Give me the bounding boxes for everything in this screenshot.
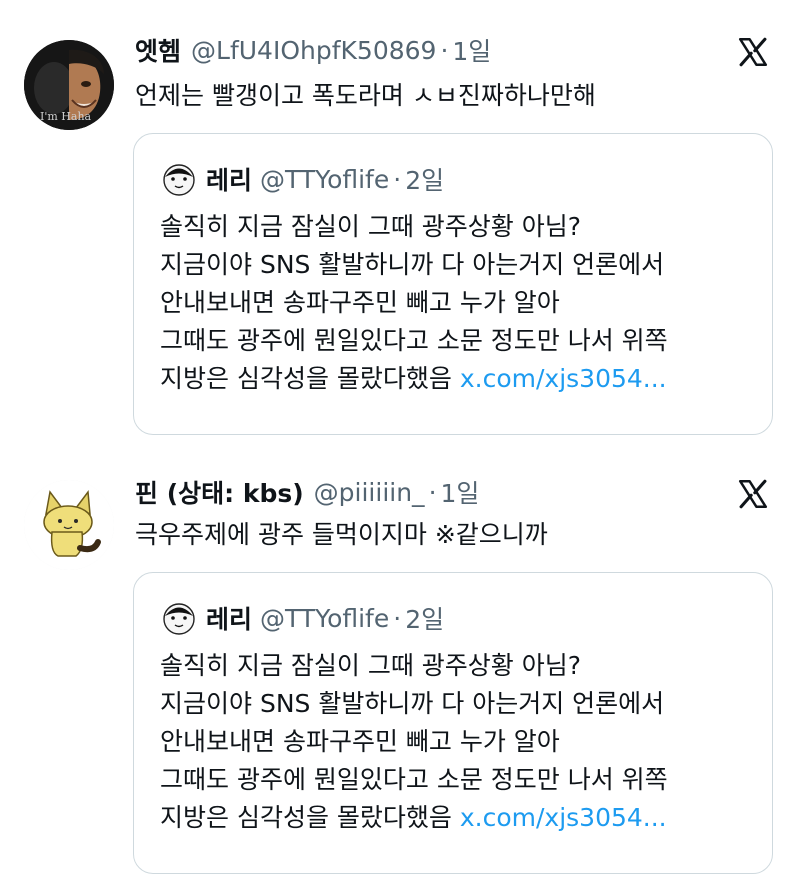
tweet[interactable]: 핀 (상태: kbs) @piiiiiin_ · 1일 극우주제에 광주 들먹이… xyxy=(0,450,800,874)
quote-line: 안내보내면 송파구주민 빼고 누가 알아 xyxy=(160,288,560,317)
author-name[interactable]: 엣헴 xyxy=(135,32,181,68)
tweet-text: 극우주제에 광주 들먹이지마 ※같으니까 xyxy=(135,520,548,549)
author-name[interactable]: 핀 (상태: kbs) xyxy=(135,474,304,510)
separator-dot: · xyxy=(440,35,449,65)
quote-text: 솔직히 지금 잠실이 그때 광주상황 아님? 지금이야 SNS 활발하니까 다 … xyxy=(160,647,668,837)
avatar[interactable] xyxy=(24,480,114,570)
quote-line: 그때도 광주에 뭔일있다고 소문 정도만 나서 위쪽 xyxy=(160,326,668,355)
quote-separator-dot: · xyxy=(393,164,402,194)
quote-line: 지금이야 SNS 활발하니까 다 아는거지 언론에서 xyxy=(160,689,665,718)
avatar-cat-image xyxy=(24,480,114,570)
quote-line-text: 지방은 심각성을 몰랐다했음 xyxy=(160,803,460,832)
quote-header: 레리 @TTYoflife · 2일 xyxy=(160,597,444,639)
post-time[interactable]: 1일 xyxy=(452,32,491,68)
quote-line-last: 지방은 심각성을 몰랐다했음 x.com/xjs3054... xyxy=(160,799,668,837)
tweet-text: 언제는 빨갱이고 폭도라며 ㅅㅂ진짜하나만해 xyxy=(135,81,596,110)
author-handle[interactable]: @LfU4IOhpfK50869 xyxy=(191,36,436,65)
quote-avatar-face xyxy=(160,160,198,198)
quote-text: 솔직히 지금 잠실이 그때 광주상황 아님? 지금이야 SNS 활발하니까 다 … xyxy=(160,208,668,398)
quote-line-last: 지방은 심각성을 몰랐다했음 x.com/xjs3054... xyxy=(160,360,668,398)
quote-line-text: 지방은 심각성을 몰랐다했음 xyxy=(160,364,460,393)
quote-author-handle[interactable]: @TTYoflife xyxy=(260,165,389,194)
quote-avatar-face xyxy=(160,599,198,637)
tweet-header: 핀 (상태: kbs) @piiiiiin_ · 1일 xyxy=(135,472,479,512)
quote-line: 솔직히 지금 잠실이 그때 광주상황 아님? xyxy=(160,651,582,680)
quote-link[interactable]: x.com/xjs3054... xyxy=(460,364,667,393)
quote-separator-dot: · xyxy=(393,603,402,633)
quote-author-name[interactable]: 레리 xyxy=(206,600,252,636)
tweet[interactable]: I'm Haha 엣헴 @LfU4IOhpfK50869 · 1일 언제는 빨갱… xyxy=(0,0,800,450)
avatar-caption: I'm Haha xyxy=(40,110,92,123)
quoted-tweet[interactable]: 레리 @TTYoflife · 2일 솔직히 지금 잠실이 그때 광주상황 아님… xyxy=(133,572,773,874)
tweet-header: 엣헴 @LfU4IOhpfK50869 · 1일 xyxy=(135,30,491,70)
quoted-tweet[interactable]: 레리 @TTYoflife · 2일 솔직히 지금 잠실이 그때 광주상황 아님… xyxy=(133,133,773,435)
x-logo-icon[interactable] xyxy=(736,477,770,511)
quote-line: 지금이야 SNS 활발하니까 다 아는거지 언론에서 xyxy=(160,250,665,279)
quote-line: 그때도 광주에 뭔일있다고 소문 정도만 나서 위쪽 xyxy=(160,765,668,794)
post-time[interactable]: 1일 xyxy=(441,474,480,510)
author-handle[interactable]: @piiiiiin_ xyxy=(314,478,425,507)
x-logo-icon[interactable] xyxy=(736,35,770,69)
quote-author-name[interactable]: 레리 xyxy=(206,161,252,197)
quote-link[interactable]: x.com/xjs3054... xyxy=(460,803,667,832)
quote-header: 레리 @TTYoflife · 2일 xyxy=(160,158,444,200)
quote-line: 안내보내면 송파구주민 빼고 누가 알아 xyxy=(160,727,560,756)
quote-post-time[interactable]: 2일 xyxy=(405,600,444,636)
quote-avatar[interactable] xyxy=(160,599,198,637)
quote-author-handle[interactable]: @TTYoflife xyxy=(260,604,389,633)
avatar[interactable]: I'm Haha xyxy=(24,40,114,130)
separator-dot: · xyxy=(428,477,437,507)
quote-post-time[interactable]: 2일 xyxy=(405,161,444,197)
quote-avatar[interactable] xyxy=(160,160,198,198)
quote-line: 솔직히 지금 잠실이 그때 광주상황 아님? xyxy=(160,212,582,241)
